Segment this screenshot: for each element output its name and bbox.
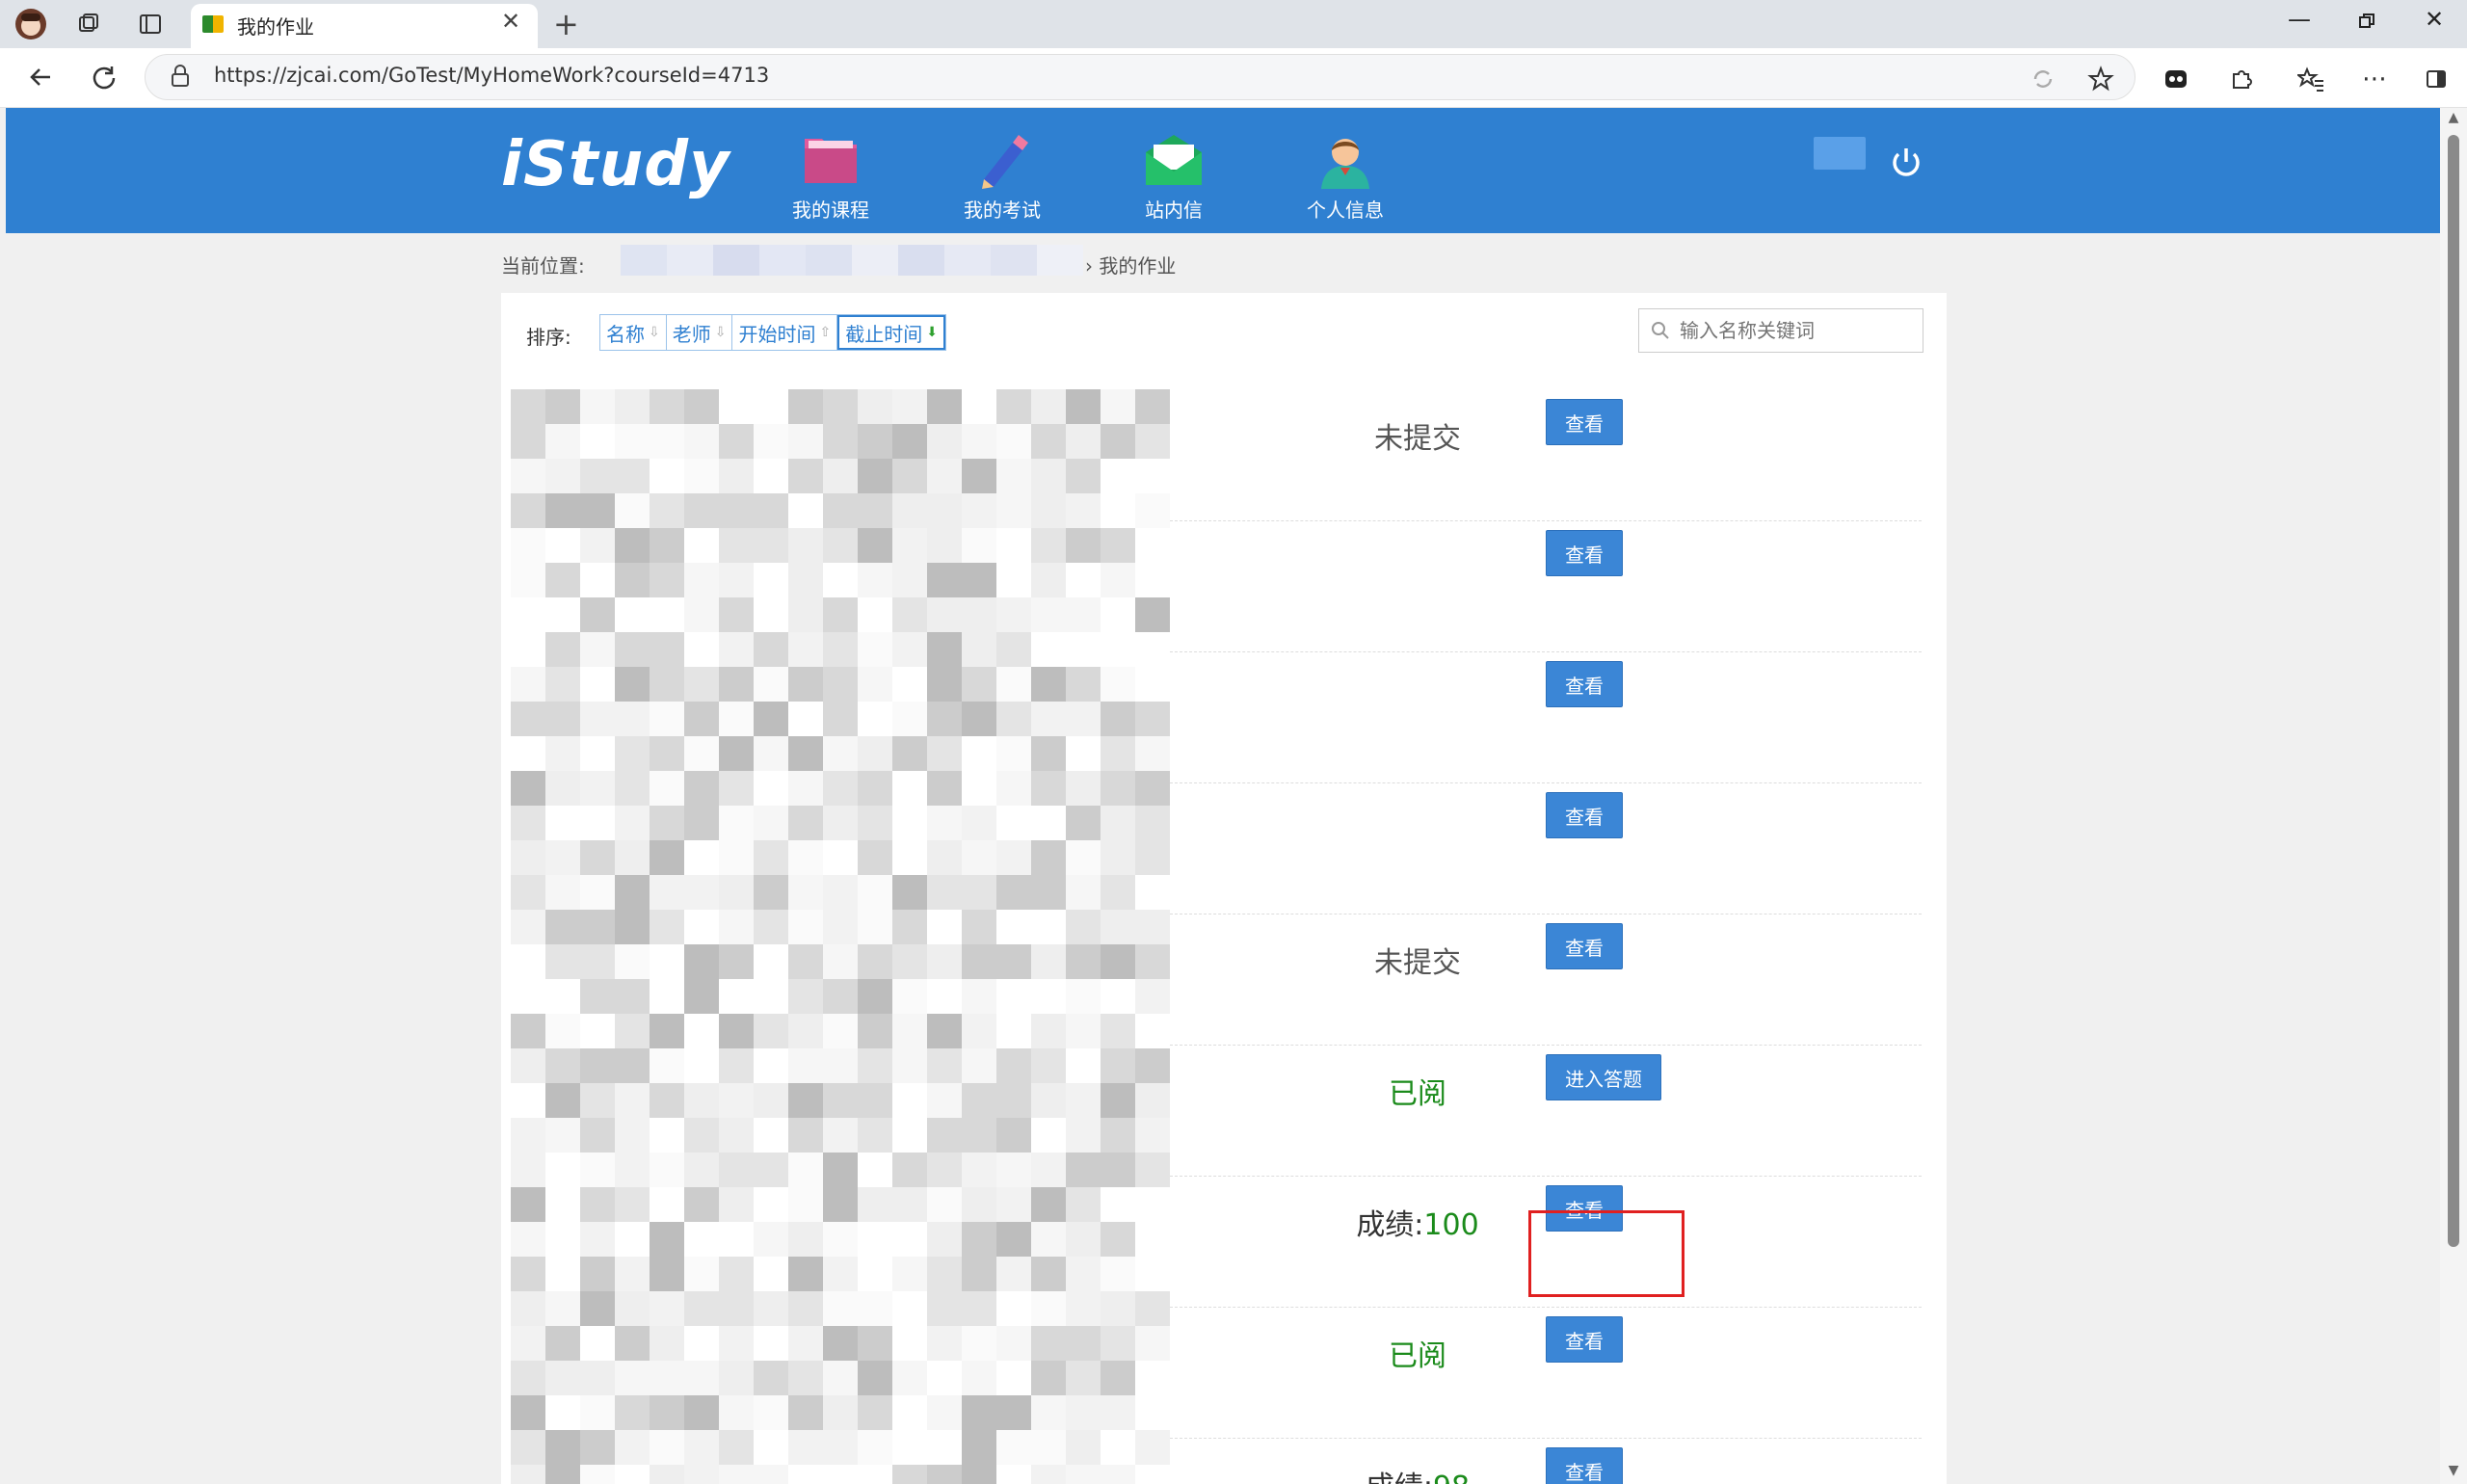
sort-arrow-icon: ⬇ xyxy=(926,325,938,340)
view-button[interactable]: 查看 xyxy=(1546,399,1623,445)
breadcrumb-current: › 我的作业 xyxy=(1085,254,1177,278)
score-label: 成绩: xyxy=(1356,1208,1424,1242)
nav-label: 个人信息 xyxy=(1307,199,1384,222)
view-button[interactable]: 查看 xyxy=(1546,1447,1623,1484)
extension-icon[interactable] xyxy=(2157,60,2195,98)
envelope-icon xyxy=(1142,131,1206,189)
user-avatar[interactable] xyxy=(1814,137,1866,170)
refresh-icon[interactable] xyxy=(85,58,123,96)
sort-arrow-icon: ⇧ xyxy=(819,325,832,340)
enter-answer-button[interactable]: 进入答题 xyxy=(1546,1054,1661,1100)
breadcrumb-redacted xyxy=(621,245,1083,276)
sort-by-start-time[interactable]: 开始时间 ⇧ xyxy=(732,315,838,350)
nav-label: 我的课程 xyxy=(792,199,869,222)
new-tab-icon[interactable]: + xyxy=(553,6,579,42)
sort-by-name[interactable]: 名称 ⇩ xyxy=(600,315,667,350)
homework-panel: 排序: 名称⇩ 老师⇩ 开始时间⇧ 截止时间⬇ 未提交查看查看查看查看未提交查看… xyxy=(501,293,1947,1484)
view-button[interactable]: 查看 xyxy=(1546,792,1623,838)
translate-icon[interactable] xyxy=(2024,60,2062,98)
search-icon xyxy=(1652,322,1669,339)
row-separator xyxy=(1170,1438,1922,1439)
sort-arrow-icon: ⇩ xyxy=(649,325,660,340)
back-icon[interactable] xyxy=(21,58,60,96)
site-header: iStudy 我的课程 我的考试 站内信 个人信息 xyxy=(6,108,2440,233)
homework-status: 已阅 xyxy=(1389,1077,1446,1111)
nav-my-courses[interactable]: 我的课程 xyxy=(773,131,889,223)
logout-power-icon[interactable] xyxy=(1887,143,1925,181)
search-input[interactable] xyxy=(1680,319,1911,342)
minimize-icon[interactable]: — xyxy=(2270,6,2328,33)
tab-title: 我的作业 xyxy=(237,15,314,39)
row-separator xyxy=(1170,651,1922,652)
homework-status: 成绩:100 xyxy=(1307,1201,1528,1243)
restore-icon[interactable] xyxy=(2338,6,2396,37)
browser-titlebar: 我的作业 ✕ + — ✕ xyxy=(0,0,2467,48)
row-separator xyxy=(1170,1307,1922,1308)
score-value: 100 xyxy=(1423,1208,1479,1242)
more-menu-icon[interactable]: ⋯ xyxy=(2355,60,2394,98)
url-text[interactable]: https://zjcai.com/GoTest/MyHomeWork?cour… xyxy=(214,64,769,87)
sort-label: 排序: xyxy=(526,326,571,349)
nav-label: 我的考试 xyxy=(964,199,1041,222)
sort-options: 名称 ⇩ 老师 ⇩ 开始时间 ⇧ 截止时间 ⬇ xyxy=(599,314,946,351)
scroll-down-arrow-icon[interactable]: ▼ xyxy=(2446,1463,2461,1478)
sort-by-deadline[interactable]: 截止时间 ⬇ xyxy=(837,315,945,350)
favorites-icon[interactable] xyxy=(2292,60,2330,98)
search-box[interactable] xyxy=(1638,308,1923,353)
favorite-star-icon[interactable] xyxy=(2082,60,2120,98)
sort-option-label: 截止时间 xyxy=(845,322,923,346)
view-button[interactable]: 查看 xyxy=(1546,923,1623,969)
istudy-logo[interactable]: iStudy xyxy=(501,129,730,200)
nav-label: 站内信 xyxy=(1145,199,1203,222)
sort-option-label: 名称 xyxy=(606,322,645,346)
row-separator xyxy=(1170,1176,1922,1177)
score-value: 98 xyxy=(1433,1471,1470,1484)
close-window-icon[interactable]: ✕ xyxy=(2405,6,2463,33)
lock-icon[interactable] xyxy=(170,64,191,89)
close-tab-icon[interactable]: ✕ xyxy=(501,8,520,35)
homework-status: 已阅 xyxy=(1389,1339,1446,1373)
view-button[interactable]: 查看 xyxy=(1546,661,1623,707)
page-viewport: iStudy 我的课程 我的考试 站内信 个人信息 当前位置: › 我的作业 排… xyxy=(6,108,2440,1484)
row-separator xyxy=(1170,520,1922,521)
homework-status: 未提交 xyxy=(1374,422,1461,456)
nav-my-exams[interactable]: 我的考试 xyxy=(944,131,1060,223)
pencil-icon xyxy=(970,131,1034,189)
row-separator xyxy=(1170,782,1922,783)
row-separator xyxy=(1170,1045,1922,1046)
scroll-thumb[interactable] xyxy=(2448,135,2459,1247)
tab-actions-icon[interactable] xyxy=(133,8,168,40)
view-button[interactable]: 查看 xyxy=(1546,1316,1623,1363)
highlight-box xyxy=(1528,1210,1684,1297)
nav-messages[interactable]: 站内信 xyxy=(1116,131,1232,223)
extensions-puzzle-icon[interactable] xyxy=(2222,60,2261,98)
scroll-up-arrow-icon[interactable]: ▲ xyxy=(2446,110,2461,125)
breadcrumb-prefix: 当前位置: xyxy=(501,254,585,278)
folder-icon xyxy=(799,131,862,189)
homework-status: 未提交 xyxy=(1374,946,1461,980)
sidebar-toggle-icon[interactable] xyxy=(2417,60,2455,98)
tab-favicon-icon xyxy=(202,15,224,33)
view-button[interactable]: 查看 xyxy=(1546,530,1623,576)
profile-avatar-icon[interactable] xyxy=(13,8,48,40)
score-label: 成绩: xyxy=(1366,1471,1433,1484)
person-icon xyxy=(1313,131,1377,189)
workspaces-icon[interactable] xyxy=(71,8,106,40)
sort-by-teacher[interactable]: 老师 ⇩ xyxy=(667,315,733,350)
redacted-homework-names xyxy=(511,389,1191,1484)
nav-profile[interactable]: 个人信息 xyxy=(1287,131,1403,223)
sort-option-label: 开始时间 xyxy=(738,322,816,346)
sort-option-label: 老师 xyxy=(672,322,711,346)
homework-status: 成绩:98 xyxy=(1307,1463,1528,1484)
sort-arrow-icon: ⇩ xyxy=(714,325,727,340)
